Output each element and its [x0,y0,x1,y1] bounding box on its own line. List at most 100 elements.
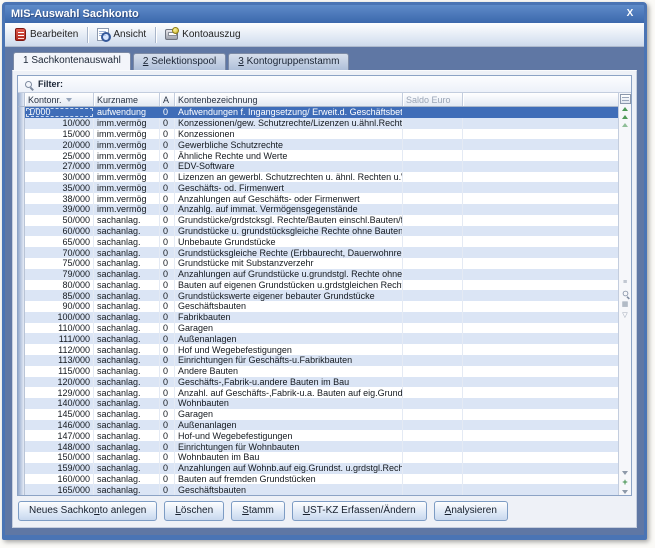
cell-bezeichnung: Konzessionen/gew. Schutzrechte/Lizenzen … [175,118,403,129]
cell-kurzname: sachanlag. [94,355,160,366]
row-indicator-gutter [18,129,25,140]
cell-a: 0 [160,484,175,495]
cell-a: 0 [160,161,175,172]
table-row[interactable]: 75/000sachanlag.0Grundstücke mit Substan… [18,258,618,269]
ust-kz-erfassen-aendern-button[interactable]: UST-KZ Erfassen/Ändern [292,501,427,521]
table-row[interactable]: 100/000sachanlag.0Fabrikbauten [18,312,618,323]
table-row[interactable]: 35/000imm.vermög0Geschäfts- od. Firmenwe… [18,182,618,193]
analysieren-button[interactable]: Analysieren [434,501,508,521]
close-icon[interactable]: X [622,7,638,21]
desktop-background: MIS-Auswahl Sachkonto X Bearbeiten Ansic… [0,0,655,548]
filter-row[interactable]: Filter: [18,76,631,93]
menu-icon[interactable]: ≡ [623,279,627,286]
table-row[interactable]: 27/000imm.vermög0EDV-Software [18,161,618,172]
table-row[interactable]: 115/000sachanlag.0Andere Bauten [18,366,618,377]
table-row[interactable]: 70/000sachanlag.0Grundstücksgleiche Rech… [18,247,618,258]
cell-extra [463,139,618,150]
cell-a: 0 [160,463,175,474]
cell-saldo [403,226,463,237]
tab-sachkontenauswahl[interactable]: 1 Sachkontenauswahl [13,52,131,70]
tab-selektionspool[interactable]: 2 Selektionspool [133,53,226,70]
scroll-top-icon[interactable] [622,107,628,111]
cell-kontonr: 90/000 [25,301,94,312]
column-header-kurzname[interactable]: Kurzname [94,93,160,106]
table-row[interactable]: 159/000sachanlag.0Anzahlungen auf Wohnb.… [18,463,618,474]
cell-saldo [403,344,463,355]
column-header-a[interactable]: A [160,93,175,106]
table-row[interactable]: 160/000sachanlag.0Bauten auf fremden Gru… [18,474,618,485]
table-row[interactable]: 79/000sachanlag.0Anzahlungen auf Grundst… [18,269,618,280]
row-indicator-gutter [18,182,25,193]
table-row[interactable]: 65/000sachanlag.0Unbebaute Grundstücke [18,236,618,247]
column-chooser-icon[interactable] [620,94,631,104]
kontoauszug-button[interactable]: Kontoauszug [159,27,246,42]
cell-a: 0 [160,215,175,226]
bearbeiten-button[interactable]: Bearbeiten [9,26,84,43]
cell-saldo [403,258,463,269]
scroll-down-icon[interactable] [622,471,628,475]
column-header-bezeichnung[interactable]: Kontenbezeichnung [175,93,403,106]
table-row[interactable]: 148/000sachanlag.0Einrichtungen für Wohn… [18,441,618,452]
table-row[interactable]: 85/000sachanlag.0Grundstückswerte eigene… [18,290,618,301]
cell-saldo [403,269,463,280]
grid-view-icon[interactable]: ▦ [622,301,629,308]
toolbar-separator [87,27,88,43]
cell-extra [463,366,618,377]
cell-a: 0 [160,398,175,409]
cell-a: 0 [160,323,175,334]
row-indicator-gutter [18,420,25,431]
table-row[interactable]: 90/000sachanlag.0Geschäftsbauten [18,301,618,312]
table-row[interactable]: 110/000sachanlag.0Garagen [18,323,618,334]
stamm-button[interactable]: Stamm [231,501,285,521]
row-indicator-gutter [18,215,25,226]
column-header-extra[interactable] [463,93,618,106]
grid-main: Kontonr.KurznameAKontenbezeichnungSaldo … [18,93,631,495]
table-row[interactable]: 39/000imm.vermög0Anzahlg. auf immat. Ver… [18,204,618,215]
cell-extra [463,150,618,161]
neues-sachkonto-anlegen-button[interactable]: Neues Sachkonto anlegen [18,501,157,521]
table-row[interactable]: 146/000sachanlag.0Außenanlagen [18,420,618,431]
table-row[interactable]: 120/000sachanlag.0Geschäfts-,Fabrik-u.an… [18,377,618,388]
table-row[interactable]: 129/000sachanlag.0Anzahl. auf Geschäfts-… [18,387,618,398]
page-up-icon[interactable] [622,123,628,127]
cell-kontonr: 60/000 [25,226,94,237]
table-row[interactable]: 111/000sachanlag.0Außenanlagen [18,333,618,344]
loeschen-button[interactable]: Löschen [164,501,224,521]
filter-funnel-icon[interactable]: ▽ [622,312,627,319]
table-row[interactable]: 147/000sachanlag.0Hof-und Wegebefestigun… [18,430,618,441]
tab-kontogruppenstamm[interactable]: 3 Kontogruppenstamm [228,53,349,70]
table-row[interactable]: 80/000sachanlag.0Bauten auf eigenen Grun… [18,280,618,291]
table-row[interactable]: 113/000sachanlag.0Einrichtungen für Gesc… [18,355,618,366]
table-row[interactable]: 20/000imm.vermög0Gewerbliche Schutzrecht… [18,139,618,150]
table-row[interactable]: 25/000imm.vermög0Ähnliche Rechte und Wer… [18,150,618,161]
column-header-kontonr[interactable]: Kontonr. [25,93,94,106]
cell-kontonr: 1/000 [25,107,94,118]
cell-kurzname: sachanlag. [94,247,160,258]
scroll-bottom-icon[interactable] [622,490,628,494]
insert-row-icon[interactable]: + [622,479,627,486]
table-row[interactable]: 30/000imm.vermög0Lizenzen an gewerbl. Sc… [18,172,618,183]
table-row[interactable]: 112/000sachanlag.0Hof und Wegebefestigun… [18,344,618,355]
kontoauszug-label: Kontoauszug [182,29,240,40]
scroll-up-icon[interactable] [622,115,628,119]
search-icon[interactable] [622,291,628,297]
cell-a: 0 [160,204,175,215]
table-row[interactable]: 140/000sachanlag.0Wohnbauten [18,398,618,409]
table-row[interactable]: 15/000imm.vermög0Konzessionen [18,129,618,140]
cell-bezeichnung: Hof und Wegebefestigungen [175,344,403,355]
cell-kontonr: 115/000 [25,366,94,377]
table-row[interactable]: 145/000sachanlag.0Garagen [18,409,618,420]
table-row[interactable]: 60/000sachanlag.0Grundstücke u. grundstü… [18,226,618,237]
table-row[interactable]: 38/000imm.vermög0Anzahlungen auf Geschäf… [18,193,618,204]
column-header-saldo[interactable]: Saldo Euro [403,93,463,106]
cell-extra [463,387,618,398]
table-row[interactable]: 165/000sachanlag.0Geschäftsbauten [18,484,618,495]
table-row[interactable]: 50/000sachanlag.0Grundstücke/grdstcksgl.… [18,215,618,226]
table-row[interactable]: 150/000sachanlag.0Wohnbauten im Bau [18,452,618,463]
title-bar[interactable]: MIS-Auswahl Sachkonto X [5,5,644,23]
cell-bezeichnung: Garagen [175,409,403,420]
ansicht-button[interactable]: Ansicht [91,26,152,43]
row-indicator-gutter [18,484,25,495]
table-row[interactable]: 10/000imm.vermög0Konzessionen/gew. Schut… [18,118,618,129]
table-row[interactable]: 1/000aufwendung0Aufwendungen f. Ingangse… [18,107,618,118]
